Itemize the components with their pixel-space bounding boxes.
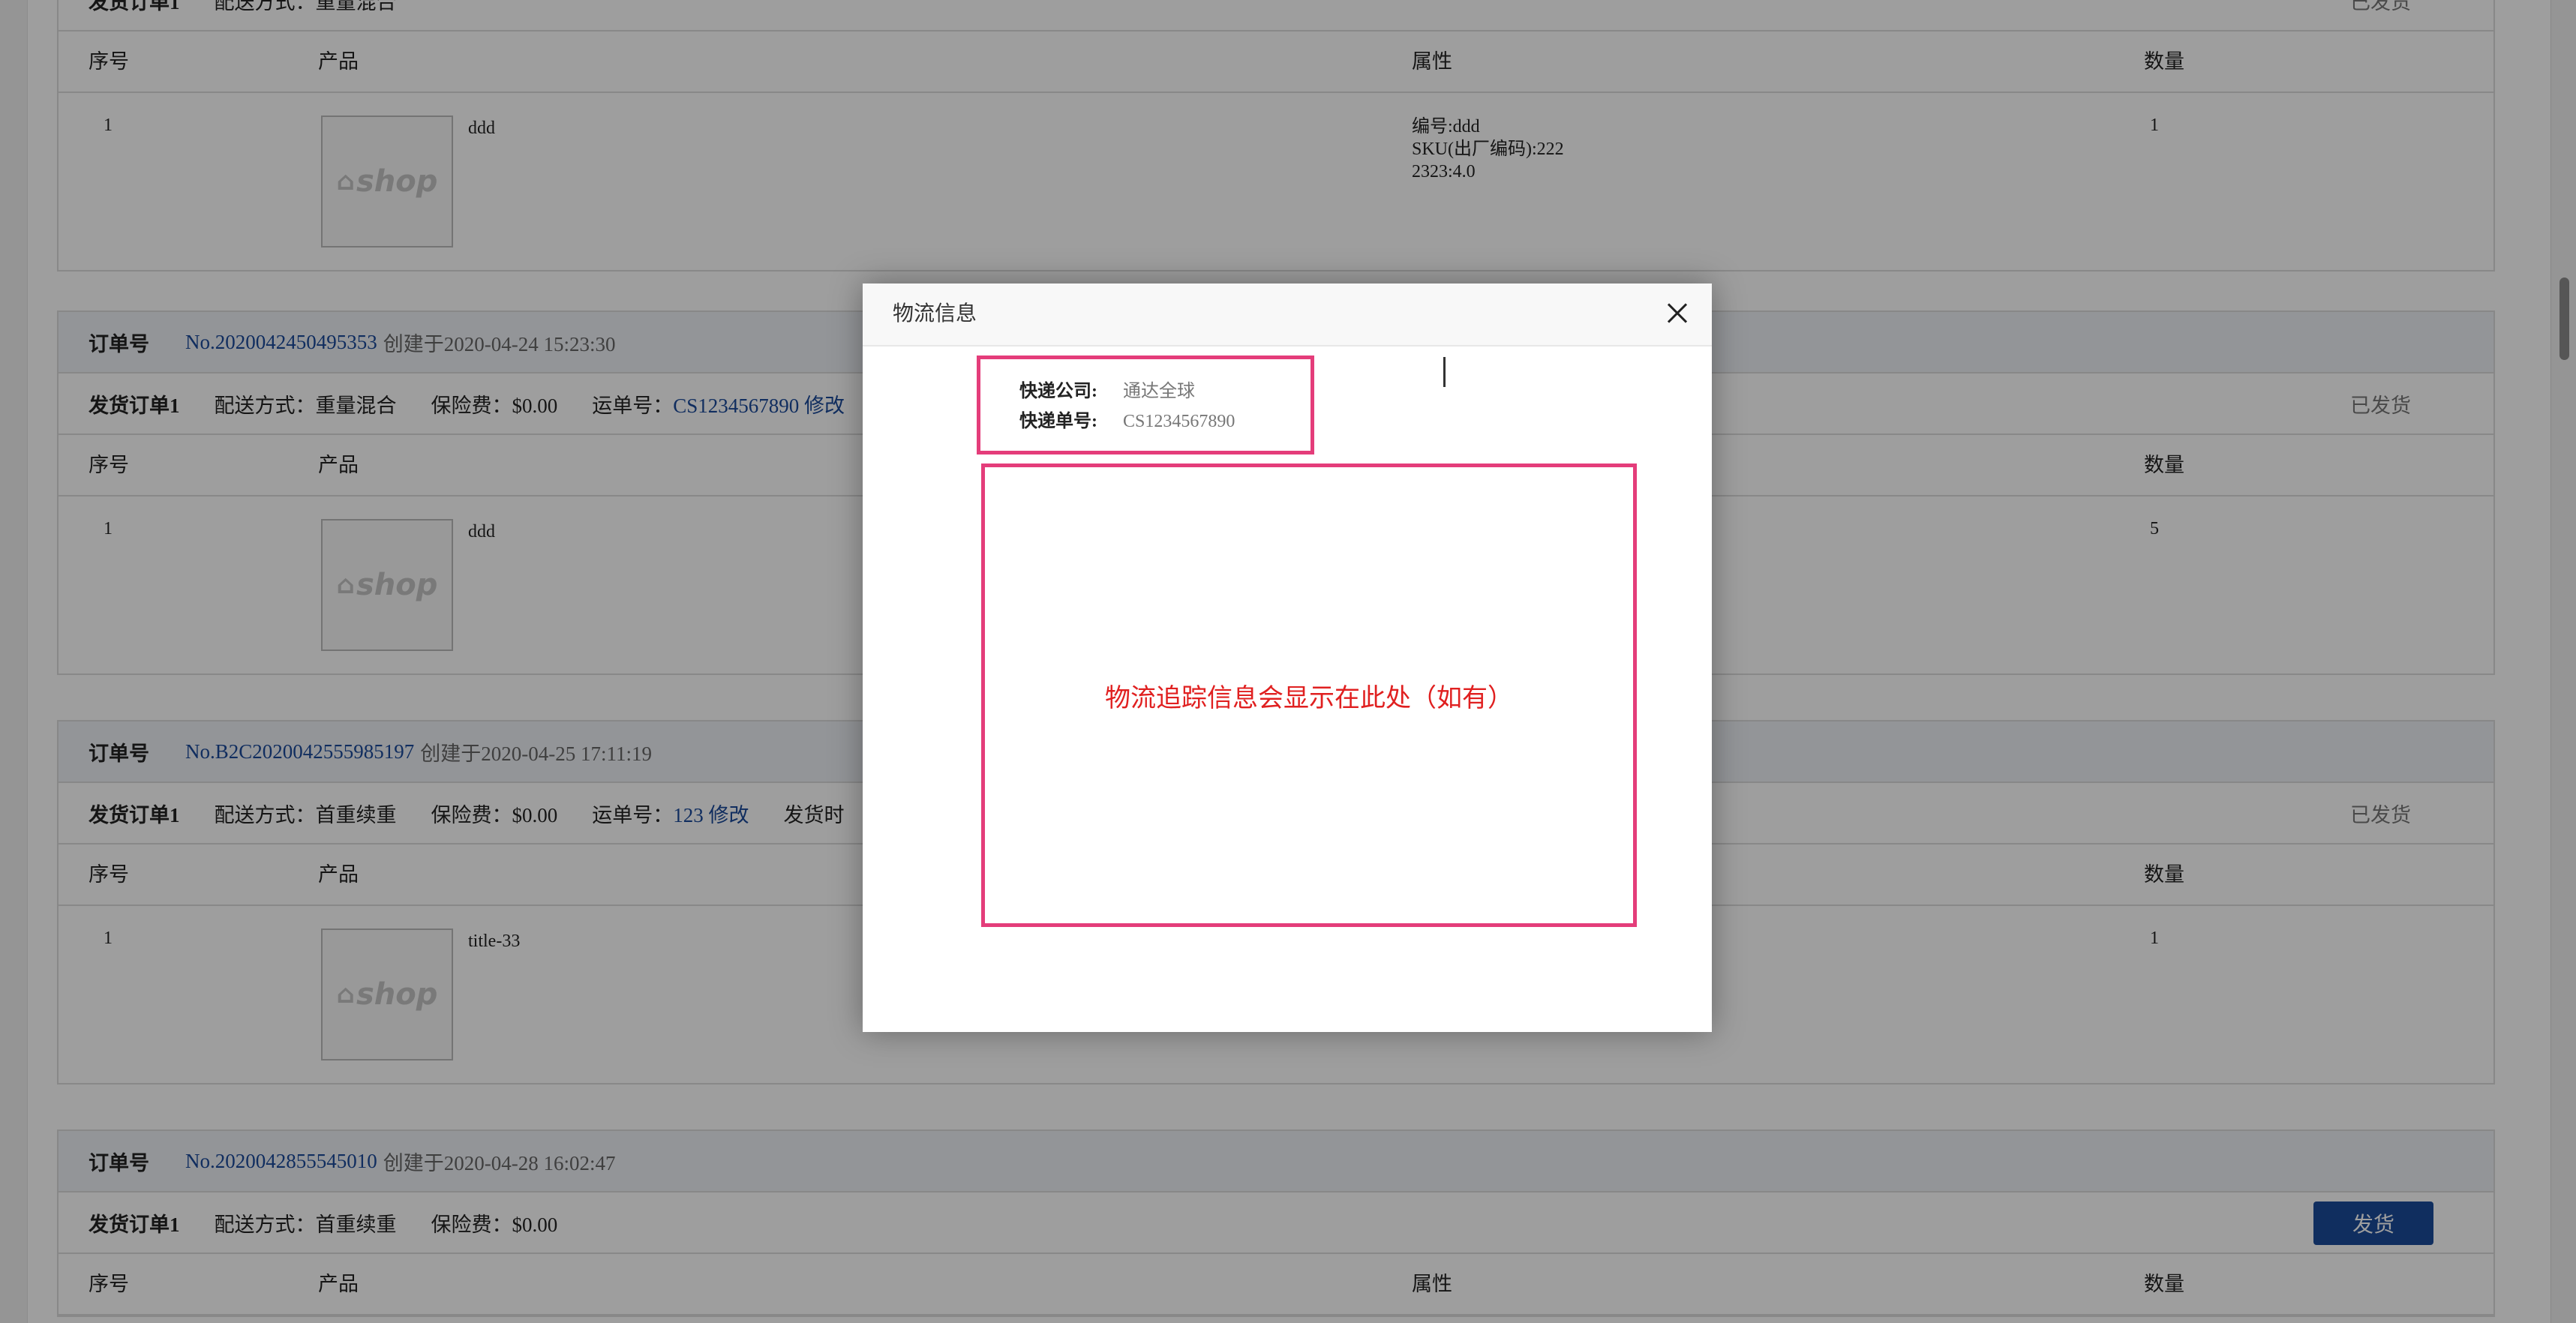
tracking-number-label: 快递单号: xyxy=(1019,412,1097,431)
courier-company-value: 通达全球 xyxy=(1123,382,1195,401)
tracking-number-row: 快递单号: CS1234567890 xyxy=(1019,406,1235,432)
tracking-number-value: CS1234567890 xyxy=(1123,412,1235,431)
courier-company-row: 快递公司: 通达全球 xyxy=(1019,376,1195,402)
text-cursor xyxy=(1443,357,1446,387)
close-icon[interactable] xyxy=(1662,298,1692,328)
shipping-info-highlight: 快递公司: 通达全球 快递单号: CS1234567890 xyxy=(977,356,1314,454)
tracking-annotation: 物流追踪信息会显示在此处（如有） xyxy=(1105,683,1513,713)
dialog-title: 物流信息 xyxy=(893,302,977,326)
logistics-info-dialog: 物流信息 快递公司: 通达全球 快递单号: CS1234567890 物流追踪信息会… xyxy=(863,284,1712,1032)
courier-company-label: 快递公司: xyxy=(1019,382,1097,401)
dialog-header: 物流信息 xyxy=(863,284,1712,346)
tracking-info-area: 物流追踪信息会显示在此处（如有） xyxy=(981,464,1637,927)
